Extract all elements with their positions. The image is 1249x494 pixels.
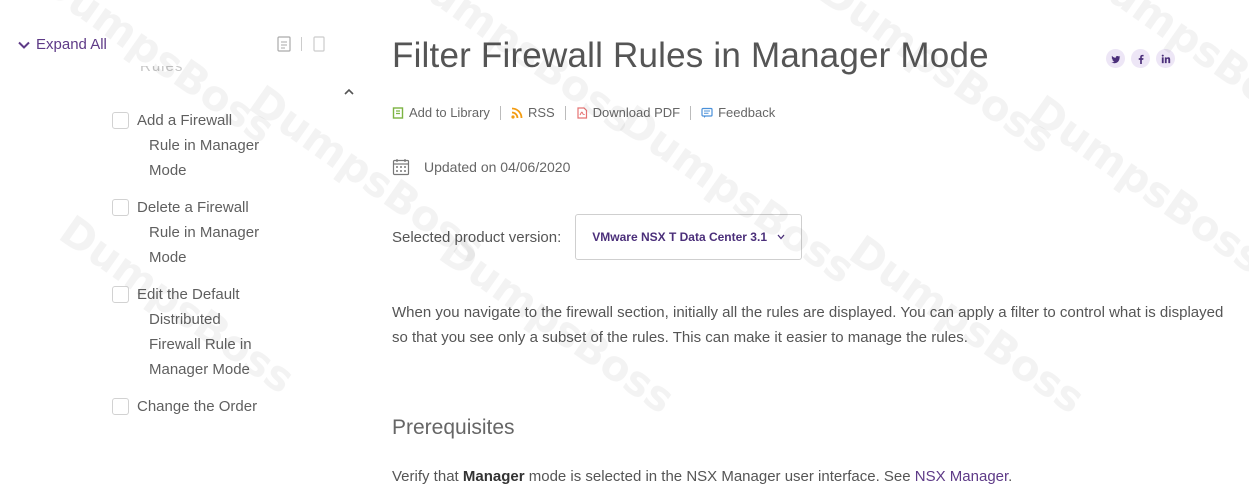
expand-all-button[interactable]: Expand All xyxy=(18,36,107,53)
divider xyxy=(564,105,566,120)
verify-prefix: Verify that xyxy=(392,468,463,485)
toc-item-label: Firewall Rule in xyxy=(149,336,252,353)
add-to-library-label: Add to Library xyxy=(409,105,490,120)
toc-item-label: Add a Firewall xyxy=(137,112,233,129)
sidebar-tools xyxy=(277,36,326,52)
updated-date: Updated on 04/06/2020 xyxy=(392,158,570,176)
toc-item-label: Distributed xyxy=(149,311,221,328)
prerequisites-heading: Prerequisites xyxy=(392,416,515,439)
bookmark-icon[interactable] xyxy=(312,36,326,52)
checkbox[interactable] xyxy=(112,112,129,129)
version-value: VMware NSX T Data Center 3.1 xyxy=(592,230,767,244)
toc-item-change-order[interactable]: Change the Order xyxy=(112,394,312,419)
toc-item-add-firewall-rule[interactable]: Add a Firewall Rule in Manager Mode xyxy=(112,108,312,183)
version-label: Selected product version: xyxy=(392,228,562,246)
toc-item-label: Delete a Firewall xyxy=(137,199,249,216)
twitter-icon[interactable] xyxy=(1106,49,1125,68)
rss-link[interactable]: RSS xyxy=(511,105,555,120)
feedback-label: Feedback xyxy=(718,105,776,120)
checkbox[interactable] xyxy=(112,199,129,216)
version-row: Selected product version: VMware NSX T D… xyxy=(392,214,802,260)
download-pdf-label: Download PDF xyxy=(592,105,681,120)
article: Filter Firewall Rules in Manager Mode Ad… xyxy=(392,0,1242,494)
updated-label: Updated on 04/06/2020 xyxy=(424,159,571,175)
toc-item-label: Mode xyxy=(149,249,187,266)
toc-item-label: Mode xyxy=(149,162,187,179)
version-dropdown[interactable]: VMware NSX T Data Center 3.1 xyxy=(575,214,802,260)
expand-all-label: Expand All xyxy=(36,36,107,53)
truncated-toc-label: Rules xyxy=(140,66,184,75)
checkbox[interactable] xyxy=(112,286,129,303)
divider xyxy=(499,105,501,120)
chevron-down-icon xyxy=(18,41,30,49)
rss-icon xyxy=(511,107,523,119)
action-bar: Add to Library RSS Download PDF Feedback xyxy=(392,105,775,120)
facebook-icon[interactable] xyxy=(1131,49,1150,68)
page-title: Filter Firewall Rules in Manager Mode xyxy=(392,36,989,75)
verify-bold: Manager xyxy=(462,468,525,485)
intro-paragraph: When you navigate to the firewall sectio… xyxy=(392,304,1224,346)
download-pdf-link[interactable]: Download PDF xyxy=(576,105,680,120)
social-share xyxy=(1106,49,1175,68)
checkbox[interactable] xyxy=(112,398,129,415)
calendar-icon xyxy=(392,159,410,176)
add-to-library-link[interactable]: Add to Library xyxy=(392,105,490,120)
feedback-link[interactable]: Feedback xyxy=(701,105,775,120)
toc-item-delete-firewall-rule[interactable]: Delete a Firewall Rule in Manager Mode xyxy=(112,195,312,270)
toc-list: Add a Firewall Rule in Manager Mode Dele… xyxy=(112,108,312,431)
toc-item-label: Edit the Default xyxy=(137,286,240,303)
rss-label: RSS xyxy=(527,105,555,120)
verify-paragraph: Verify that Manager mode is selected in … xyxy=(392,464,1242,489)
toc-item-label: Rule in Manager xyxy=(149,224,260,241)
divider xyxy=(301,37,302,51)
verify-middle: mode is selected in the NSX Manager user… xyxy=(524,468,915,485)
chevron-down-icon xyxy=(777,234,785,240)
toc-item-label: Rule in Manager xyxy=(149,137,260,154)
nsx-manager-link[interactable]: NSX Manager xyxy=(915,468,1008,485)
document-icon[interactable] xyxy=(277,36,291,52)
linkedin-icon[interactable] xyxy=(1156,49,1175,68)
truncated-toc-item: Rules xyxy=(140,66,200,80)
library-icon xyxy=(392,106,404,119)
toc-item-label: Change the Order xyxy=(137,398,258,415)
caret-up-icon[interactable] xyxy=(341,86,357,98)
toc-item-edit-default-rule[interactable]: Edit the Default Distributed Firewall Ru… xyxy=(112,282,312,382)
toc-item-label: Manager Mode xyxy=(149,361,250,378)
verify-suffix: . xyxy=(1008,468,1013,485)
pdf-icon xyxy=(577,106,587,119)
divider xyxy=(690,105,692,120)
feedback-icon xyxy=(701,107,713,118)
toc-sidebar: Expand All Rules Add a Firewall Rule in … xyxy=(0,0,360,494)
